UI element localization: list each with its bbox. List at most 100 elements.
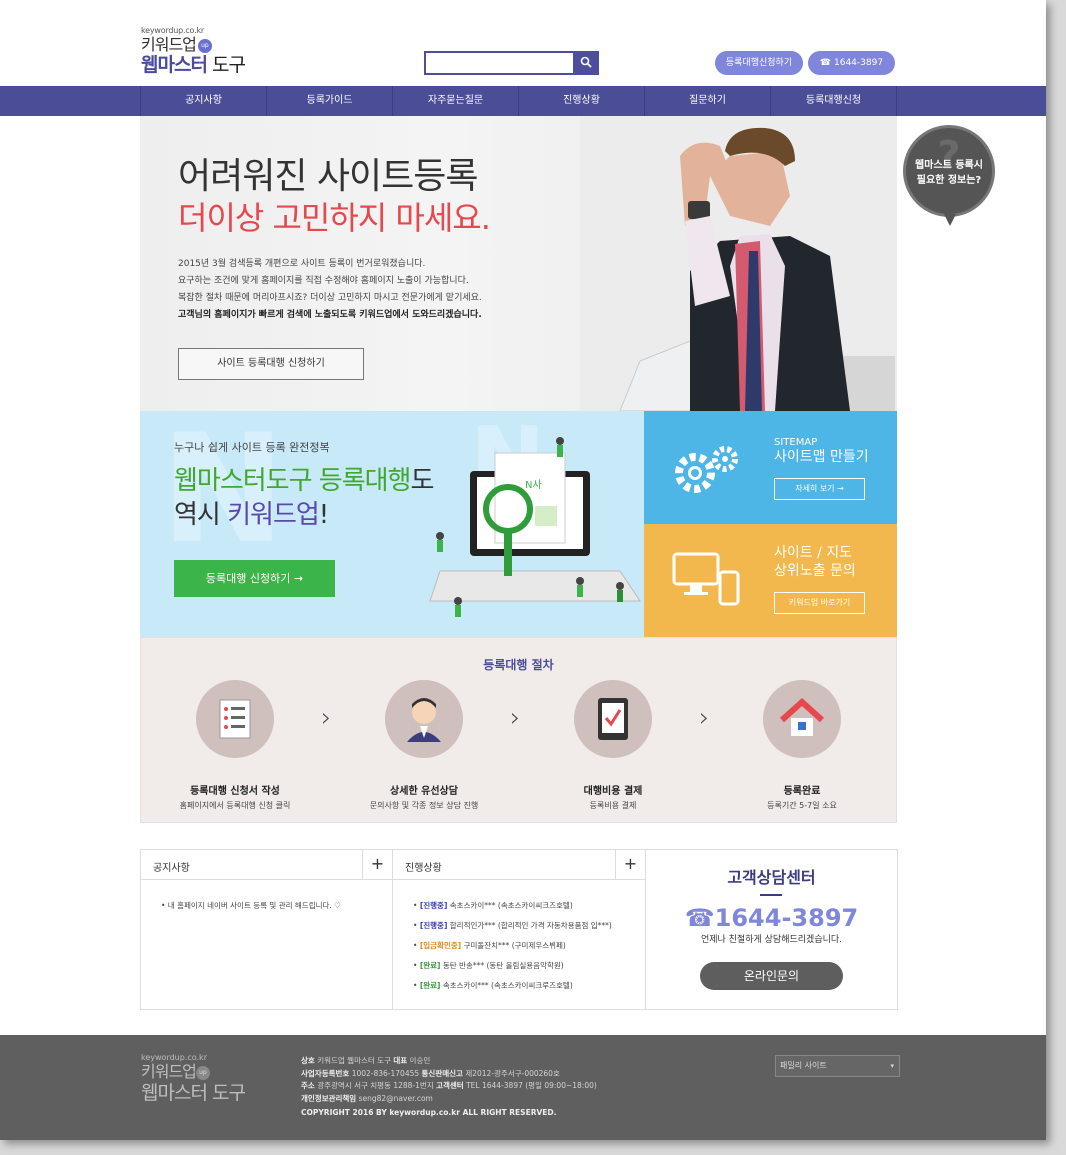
sitemap-detail-button[interactable]: 자세히 보기 → bbox=[774, 478, 865, 500]
step-4-name: 등록완료 bbox=[783, 786, 821, 797]
nav-item-progress[interactable]: 진행상황 bbox=[519, 86, 645, 116]
chevron-down-icon: ▾ bbox=[890, 1062, 894, 1070]
hero-text-1: 2015년 3월 검색등록 개편으로 사이트 등록이 번거로워졌습니다. bbox=[178, 259, 426, 269]
promo-headline-green: 웹마스터도구 등록대행 bbox=[174, 466, 411, 496]
footer-value: 광주광역시 서구 치평동 1288-1번지 bbox=[314, 1081, 437, 1090]
status-badge: [진행중] bbox=[419, 921, 448, 930]
exposure-title-2: 상위노출 문의 bbox=[774, 563, 856, 579]
logo-domain: keywordup.co.kr bbox=[141, 26, 204, 35]
online-inquiry-button[interactable]: 온라인문의 bbox=[700, 962, 843, 990]
logo-brand: 키워드업 bbox=[141, 35, 197, 54]
process-step-4: 등록완료 등록기간 5-7일 소요 bbox=[722, 680, 882, 811]
promo-headline-2: 역시 키워드업! bbox=[174, 499, 329, 531]
footer-logo-up-badge: up bbox=[195, 1065, 210, 1080]
progress-item-text: 합리적인가*** (합리적인 가격 자동차용품점 입***) bbox=[449, 921, 612, 930]
main-nav: 공지사항 등록가이드 자주묻는질문 진행상황 질문하기 등록대행신청 bbox=[0, 86, 1046, 116]
cs-divider bbox=[760, 894, 782, 896]
notice-more-button[interactable]: + bbox=[362, 850, 392, 879]
process-step-2: 상세한 유선상담 문의사항 및 각종 정보 상담 진행 bbox=[344, 680, 504, 811]
header: keywordup.co.kr 키워드업 up 웹마스터 도구 등록대행신청하기 … bbox=[0, 0, 1046, 86]
nav-item-notice[interactable]: 공지사항 bbox=[141, 86, 267, 116]
notice-title[interactable]: 공지사항 bbox=[153, 859, 190, 874]
payment-tablet-icon bbox=[598, 698, 628, 740]
footer-label: 개인정보관리책임 bbox=[301, 1093, 357, 1103]
footer-label: 대표 bbox=[393, 1056, 408, 1065]
search-button[interactable] bbox=[573, 51, 599, 75]
promo-headline-1: 웹마스터도구 등록대행도 bbox=[174, 465, 434, 497]
hero-text-3: 복잡한 절차 때문에 머리아프시죠? 더이상 고민하지 마시고 전문가에게 맡기… bbox=[178, 293, 482, 303]
exposure-link-button[interactable]: 키워드업 바로가기 bbox=[774, 592, 865, 614]
progress-panel: 진행상황 + • [진행중] 속초스카이*** (속초스카이씨크즈호텔) • [진… bbox=[393, 850, 646, 1009]
logo-title: 웹마스터 도구 bbox=[141, 54, 271, 76]
footer-value: 1002-836-170455 bbox=[349, 1068, 422, 1078]
step-2-circle bbox=[385, 680, 463, 758]
progress-item[interactable]: • [완료] 동탄 반송*** (동탄 올림실용음악학원) bbox=[413, 956, 645, 976]
phone-button[interactable]: ☎ 1644-3897 bbox=[808, 51, 895, 75]
nav-item-faq[interactable]: 자주묻는질문 bbox=[393, 86, 519, 116]
copyright: COPYRIGHT 2016 BY keywordup.co.kr ALL RI… bbox=[301, 1108, 557, 1117]
hero-text-4: 고객님의 홈페이지가 빠르게 검색에 노출되도록 키워드업에서 도와드리겠습니다… bbox=[178, 310, 482, 320]
nav-item-question[interactable]: 질문하기 bbox=[645, 86, 771, 116]
footer-logo: keywordup.co.kr 키워드업 up 웹마스터 도구 bbox=[141, 1053, 246, 1105]
chevron-right-icon: › bbox=[510, 703, 521, 733]
status-badge: [완료] bbox=[419, 961, 441, 970]
devices-icon bbox=[672, 552, 740, 606]
promo-headline-a: 역시 bbox=[174, 500, 228, 530]
info-bubble[interactable]: ? 웹마스트 등록시 필요한 정보는? bbox=[903, 125, 995, 217]
hero-text-2: 요구하는 조건에 맞게 홈페이지를 직접 수정해야 홈페이지 노출이 가능합니다… bbox=[178, 276, 469, 286]
promo-headline-rest: 도 bbox=[410, 466, 434, 496]
step-4-desc: 등록기간 5-7일 소요 bbox=[767, 801, 837, 810]
footer-label: 사업자등록번호 bbox=[301, 1068, 350, 1078]
apply-registration-button[interactable]: 등록대행신청하기 bbox=[715, 51, 803, 75]
step-2-desc: 문의사항 및 각종 정보 상담 진행 bbox=[369, 801, 479, 810]
step-3-name: 대행비용 결제 bbox=[583, 786, 643, 797]
process-section: 등록대행 절차 등록대행 신청서 작성 홈페이지에서 등록대행 신청 클릭 › … bbox=[140, 637, 897, 823]
footer-value: TEL 1644-3897 (평일 09:00~18:00) bbox=[463, 1081, 597, 1090]
stressed-man-image bbox=[580, 116, 897, 411]
nav-item-apply[interactable]: 등록대행신청 bbox=[771, 86, 897, 116]
exposure-title-1: 사이트 / 지도 bbox=[774, 545, 853, 561]
footer: keywordup.co.kr 키워드업 up 웹마스터 도구 상호 키워드업 웹… bbox=[0, 1035, 1046, 1140]
footer-label: 고객센터 bbox=[436, 1081, 464, 1090]
gears-icon bbox=[675, 446, 738, 493]
progress-title[interactable]: 진행상황 bbox=[405, 859, 442, 874]
progress-item-text: 속초스카이*** (속초스카이씨크루즈호텔) bbox=[442, 981, 573, 990]
progress-item[interactable]: • [진행중] 속초스카이*** (속초스카이씨크즈호텔) bbox=[413, 896, 645, 916]
promo-apply-button[interactable]: 등록대행 신청하기 → bbox=[174, 560, 335, 597]
progress-item[interactable]: • [완료] 속초스카이*** (속초스카이씨크루즈호텔) bbox=[413, 976, 645, 996]
progress-item-text: 속초스카이*** (속초스카이씨크즈호텔) bbox=[449, 901, 573, 910]
search-input[interactable] bbox=[426, 55, 571, 76]
progress-item[interactable]: • [입금확인중] 구미돌잔치*** (구미제우스뷔페) bbox=[413, 936, 645, 956]
step-3-desc: 등록비용 결제 bbox=[589, 801, 637, 810]
promo-subtitle: 누구나 쉽게 사이트 등록 완전정복 bbox=[174, 441, 330, 454]
hero-apply-button[interactable]: 사이트 등록대행 신청하기 bbox=[178, 348, 364, 380]
hero-title: 어려워진 사이트등록 bbox=[178, 156, 479, 197]
site-logo[interactable]: keywordup.co.kr 키워드업 up 웹마스터 도구 bbox=[141, 26, 271, 76]
info-bubble-line1: 웹마스트 등록시 bbox=[915, 160, 983, 171]
hero-banner: 어려워진 사이트등록 더이상 고민하지 마세요. 2015년 3월 검색등록 개… bbox=[140, 116, 897, 411]
search-box bbox=[424, 51, 599, 76]
footer-logo-domain: keywordup.co.kr bbox=[141, 1053, 207, 1062]
footer-label: 통신판매신고 bbox=[421, 1068, 463, 1078]
family-site-select[interactable]: 패밀리 사이트 ▾ bbox=[775, 1055, 900, 1077]
chevron-right-icon: › bbox=[699, 703, 710, 733]
progress-item-text: 동탄 반송*** (동탄 올림실용음악학원) bbox=[442, 961, 564, 970]
home-icon bbox=[779, 697, 825, 736]
progress-more-button[interactable]: + bbox=[615, 850, 645, 879]
step-4-circle bbox=[763, 680, 841, 758]
step-3-circle bbox=[574, 680, 652, 758]
exposure-box: 사이트 / 지도 상위노출 문의 키워드업 바로가기 bbox=[644, 524, 897, 637]
nav-item-guide[interactable]: 등록가이드 bbox=[267, 86, 393, 116]
logo-title-b: 도구 bbox=[206, 54, 246, 76]
notice-item[interactable]: • 내 홈페이지 네이버 사이트 등록 및 관리 해드립니다. ♡ bbox=[161, 896, 392, 916]
footer-info: 상호 키워드업 웹마스터 도구 대표 이승민 사업자등록번호 1002-836-… bbox=[301, 1055, 597, 1120]
logo-title-a: 웹마스터 bbox=[141, 54, 208, 76]
promo-headline-b: ! bbox=[318, 500, 329, 530]
step-2-name: 상세한 유선상담 bbox=[390, 786, 458, 797]
footer-label: 주소 bbox=[301, 1081, 315, 1090]
bottom-panels: 공지사항 + • 내 홈페이지 네이버 사이트 등록 및 관리 해드립니다. ♡ … bbox=[140, 849, 898, 1010]
status-badge: [입금확인중] bbox=[419, 941, 462, 950]
progress-item[interactable]: • [진행중] 합리적인가*** (합리적인 가격 자동차용품점 입***) bbox=[413, 916, 645, 936]
footer-logo-brand: 키워드업 bbox=[141, 1062, 197, 1081]
cs-phone: ☎1644-3897 bbox=[684, 904, 859, 932]
